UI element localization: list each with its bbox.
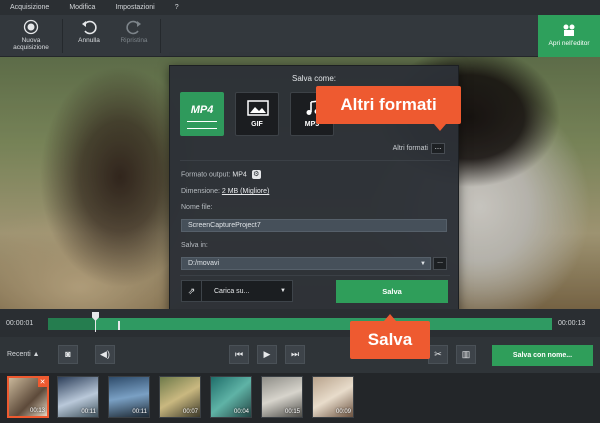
close-icon[interactable]: ✕ (38, 378, 47, 387)
thumbnail-duration: 00:11 (81, 409, 96, 415)
callout-more-formats-text: Altri formati (340, 95, 437, 114)
size-value-link[interactable]: 2 MB (Migliore) (222, 188, 269, 195)
recent-thumbnails: ✕ 00:13 00:11 00:11 00:07 00:04 00:15 00… (0, 373, 600, 423)
format-gif-label: GIF (251, 121, 263, 128)
play-icon: ▶ (263, 349, 271, 359)
undo-button[interactable]: Annulla (66, 19, 112, 55)
output-format-label: Formato output: (181, 171, 231, 179)
chevron-down-icon: ▼ (420, 261, 426, 267)
upload-label: Carica su... (214, 288, 250, 295)
thumbnail-item[interactable]: 00:09 (312, 376, 354, 418)
more-formats-button[interactable]: ... (431, 143, 445, 154)
thumbnail-item[interactable]: 00:11 (57, 376, 99, 418)
thumbnail-duration: 00:11 (132, 409, 147, 415)
redo-icon (126, 20, 141, 35)
more-formats-label: Altri formati (392, 145, 428, 152)
divider (180, 275, 450, 276)
menu-modifica[interactable]: Modifica (59, 4, 105, 11)
camera-icon: ◙ (65, 349, 71, 359)
format-mp4-button[interactable]: MP4 (180, 92, 224, 136)
divider (180, 160, 450, 161)
save-in-value: D:/movavi (188, 260, 220, 267)
thumbnail-duration: 00:13 (29, 408, 45, 414)
volume-button[interactable]: ◀) (95, 345, 115, 364)
playhead-line (95, 320, 96, 332)
thumbnail-duration: 00:07 (182, 409, 198, 415)
undo-label: Annulla (78, 37, 100, 44)
toolbar-divider (62, 19, 63, 53)
filename-input[interactable] (181, 219, 447, 232)
save-in-label: Salva in: (181, 242, 208, 249)
share-icon: ⇗ (182, 281, 202, 301)
skip-forward-icon: ⏭ (290, 349, 300, 359)
previous-button[interactable]: ⏮ (229, 345, 249, 364)
thumbnail-item[interactable]: ✕ 00:13 (7, 376, 49, 418)
format-gif-button[interactable]: GIF (235, 92, 279, 136)
thumbnail-duration: 00:04 (233, 409, 249, 415)
start-time: 00:00:01 (6, 320, 34, 327)
gear-icon[interactable]: ⚙ (251, 170, 261, 179)
save-button[interactable]: Salva (336, 280, 448, 303)
new-capture-button[interactable]: Nuova acquisizione (8, 19, 54, 55)
size-label: Dimensione: (181, 188, 220, 195)
callout-save-text: Salva (367, 330, 413, 349)
filename-label: Nome file: (181, 204, 213, 211)
timeline-played (48, 318, 96, 330)
size-row: Dimensione: 2 MB (Migliore) (181, 188, 269, 195)
playback-controls: Recenti ▲ ◙ ◀) ⏮ ▶ ⏭ ✂ ▥ Salva con nome.… (0, 337, 600, 373)
redo-button[interactable]: Ripristina (111, 19, 157, 55)
record-icon (23, 19, 39, 35)
toolbar: Nuova acquisizione Annulla Ripristina (0, 15, 600, 57)
menu-bar: Acquisizione Modifica Impostazioni ? (0, 0, 600, 15)
undo-icon (82, 20, 97, 35)
redo-label: Ripristina (120, 37, 148, 44)
callout-more-formats: Altri formati (316, 86, 461, 131)
thumbnail-duration: 00:09 (335, 409, 351, 415)
skip-back-icon: ⏮ (234, 349, 244, 359)
chevron-down-icon: ▼ (280, 288, 286, 294)
new-capture-label: Nuova acquisizione (13, 37, 49, 51)
speaker-icon: ◀) (100, 349, 110, 359)
menu-help[interactable]: ? (165, 4, 189, 11)
thumbnail-item[interactable]: 00:15 (261, 376, 303, 418)
callout-pointer (434, 124, 446, 131)
output-format-value: MP4 (232, 171, 247, 179)
trash-icon: ▥ (461, 349, 471, 359)
thumbnail-item[interactable]: 00:07 (159, 376, 201, 418)
trim-start-marker[interactable] (118, 321, 120, 330)
thumbnail-item[interactable]: 00:11 (108, 376, 150, 418)
image-icon (247, 100, 269, 116)
recent-toggle[interactable]: Recenti ▲ (7, 351, 40, 358)
play-button[interactable]: ▶ (257, 345, 277, 364)
cut-button[interactable]: ✂ (428, 345, 448, 364)
film-strip-icon (187, 121, 217, 129)
timeline: 00:00:01 00:00:13 (0, 309, 600, 337)
scissors-icon: ✂ (434, 349, 442, 359)
output-format-row: Formato output: MP4 ⚙ (181, 170, 261, 179)
callout-save: Salva (350, 314, 430, 359)
save-in-select[interactable]: D:/movavi ▼ (181, 257, 431, 270)
upload-dropdown[interactable]: ⇗ Carica su... ▼ (181, 280, 293, 302)
open-in-editor-label: Apri nell'editor (548, 40, 590, 47)
thumbnail-duration: 00:15 (284, 409, 300, 415)
thumbnail-item[interactable]: 00:04 (210, 376, 252, 418)
save-as-button[interactable]: Salva con nome... (492, 345, 593, 366)
dialog-title: Salva come: (291, 74, 337, 83)
toolbar-divider (160, 19, 161, 53)
next-button[interactable]: ⏭ (285, 345, 305, 364)
snapshot-button[interactable]: ◙ (58, 345, 78, 364)
recent-label: Recenti (7, 351, 31, 358)
callout-pointer (384, 314, 396, 321)
menu-acquisizione[interactable]: Acquisizione (0, 4, 59, 11)
delete-button[interactable]: ▥ (456, 345, 476, 364)
end-time: 00:00:13 (558, 320, 586, 327)
format-mp4-label: MP4 (190, 104, 214, 116)
editor-icon (563, 24, 575, 36)
open-in-editor-button[interactable]: Apri nell'editor (538, 15, 600, 57)
browse-folder-button[interactable]: ... (433, 257, 447, 270)
timeline-track[interactable] (48, 318, 552, 330)
menu-impostazioni[interactable]: Impostazioni (105, 4, 164, 11)
